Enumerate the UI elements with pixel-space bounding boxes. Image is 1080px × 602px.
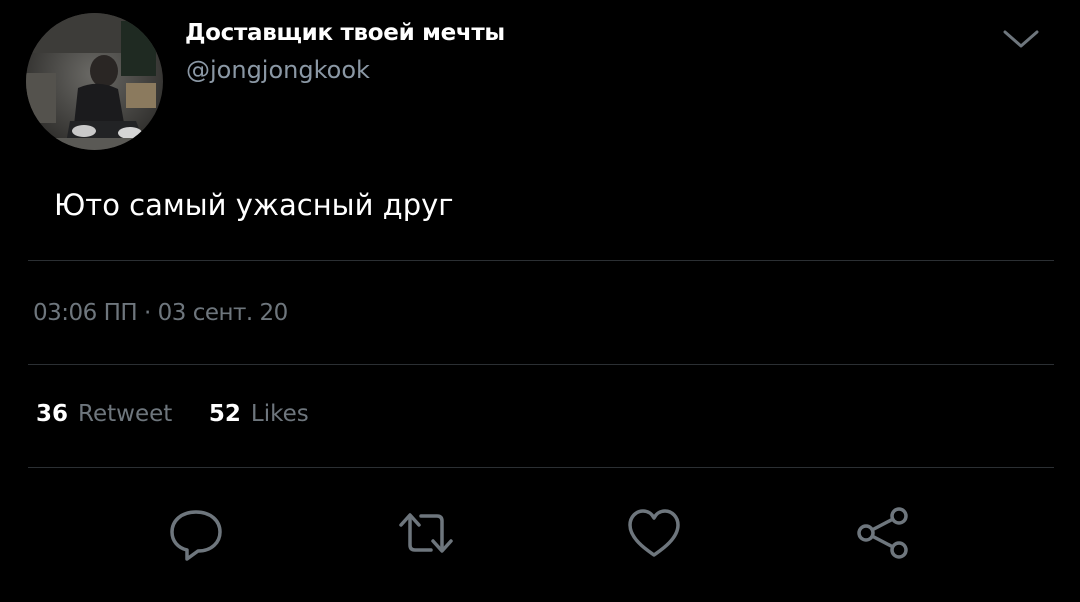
tweet-text: Юто самый ужасный друг [54, 188, 454, 222]
tweet-timestamp[interactable]: 03:06 ПП · 03 сент. 20 [33, 300, 288, 326]
chevron-down-icon[interactable] [1002, 28, 1040, 50]
likes-label: Likes [250, 401, 309, 427]
avatar-photo [26, 13, 163, 150]
display-name[interactable]: Доставщик твоей мечты [185, 20, 505, 46]
retweet-stat[interactable]: 36 Retweet [36, 401, 180, 427]
avatar[interactable] [26, 13, 163, 150]
user-handle[interactable]: @jongjongkook [186, 56, 370, 84]
likes-stat[interactable]: 52 Likes [202, 401, 309, 427]
divider [28, 364, 1054, 365]
heart-icon[interactable] [624, 503, 684, 563]
reply-icon[interactable] [166, 503, 226, 563]
likes-count: 52 [208, 401, 241, 427]
retweet-count: 36 [36, 401, 69, 427]
share-icon[interactable] [852, 503, 912, 563]
engagement-stats: 36 Retweet 52 Likes [36, 401, 309, 427]
retweet-icon[interactable] [396, 503, 456, 563]
divider [28, 467, 1054, 468]
retweet-label: Retweet [78, 401, 173, 427]
divider [28, 260, 1054, 261]
